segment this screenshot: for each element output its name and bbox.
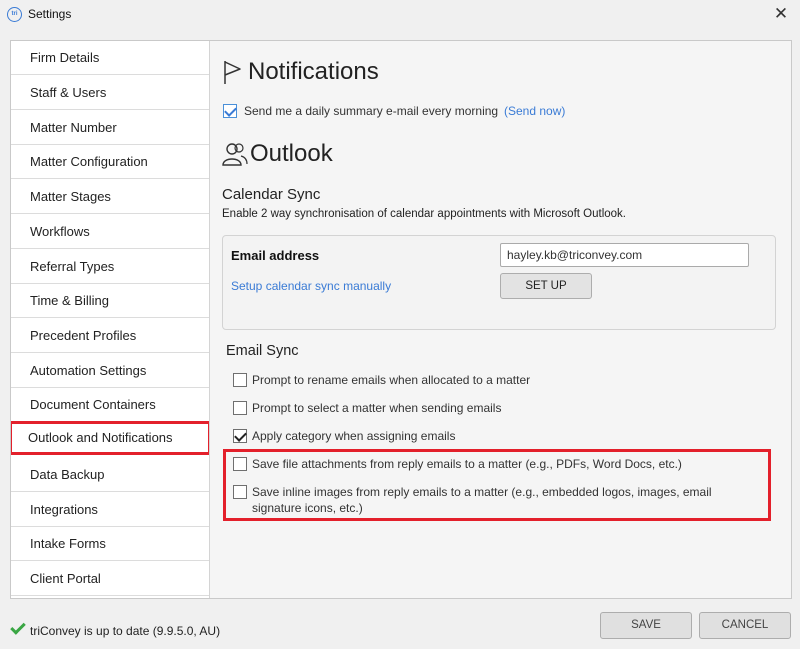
sidebar-item-outlook-notifications[interactable]: Outlook and Notifications [11, 421, 209, 455]
outlook-title: Outlook [250, 140, 333, 167]
sidebar-item-intake-forms[interactable]: Intake Forms [11, 527, 209, 561]
rename-emails-checkbox[interactable] [233, 373, 247, 387]
sidebar-item-precedent-profiles[interactable]: Precedent Profiles [11, 319, 209, 353]
users-icon [222, 143, 248, 166]
calendar-sync-title: Calendar Sync [222, 186, 321, 203]
sidebar-item-matter-configuration[interactable]: Matter Configuration [11, 145, 209, 179]
close-icon[interactable]: ✕ [770, 3, 792, 25]
setup-button[interactable]: SET UP [500, 273, 592, 299]
sidebar-item-integrations[interactable]: Integrations [11, 493, 209, 527]
sidebar-item-matter-stages[interactable]: Matter Stages [11, 180, 209, 214]
calendar-sync-box: Email address Setup calendar sync manual… [222, 235, 776, 330]
save-attachments-label: Save file attachments from reply emails … [252, 457, 682, 471]
save-inline-images-label: Save inline images from reply emails to … [252, 485, 712, 515]
sidebar-item-time-billing[interactable]: Time & Billing [11, 284, 209, 318]
calendar-sync-description: Enable 2 way synchronisation of calendar… [222, 208, 626, 220]
settings-content: Notifications Send me a daily summary e-… [210, 41, 791, 598]
setup-calendar-sync-link[interactable]: Setup calendar sync manually [231, 279, 391, 293]
apply-category-label: Apply category when assigning emails [252, 429, 456, 443]
save-button[interactable]: SAVE [600, 612, 692, 639]
checkmark-icon [10, 622, 24, 636]
sidebar-item-workflows[interactable]: Workflows [11, 215, 209, 249]
sidebar: Firm Details Staff & Users Matter Number… [11, 41, 210, 598]
sidebar-item-automation-settings[interactable]: Automation Settings [11, 354, 209, 388]
title-bar: tri Settings ✕ [0, 0, 800, 30]
update-status-text: triConvey is up to date (9.9.5.0, AU) [30, 624, 221, 638]
sidebar-item-staff-users[interactable]: Staff & Users [11, 76, 209, 110]
select-matter-checkbox[interactable] [233, 401, 247, 415]
sidebar-item-matter-number[interactable]: Matter Number [11, 111, 209, 145]
save-inline-images-checkbox[interactable] [233, 485, 247, 499]
sidebar-item-data-backup[interactable]: Data Backup [11, 458, 209, 492]
send-now-link[interactable]: (Send now) [504, 104, 565, 118]
app-logo-icon: tri [7, 7, 22, 22]
daily-summary-checkbox[interactable] [223, 104, 237, 118]
sidebar-item-client-portal[interactable]: Client Portal [11, 562, 209, 596]
email-sync-title: Email Sync [226, 343, 299, 359]
settings-frame: Firm Details Staff & Users Matter Number… [10, 40, 792, 599]
rename-emails-label: Prompt to rename emails when allocated t… [252, 373, 531, 387]
notifications-title: Notifications [248, 58, 379, 85]
select-matter-label: Prompt to select a matter when sending e… [252, 401, 502, 415]
email-address-input[interactable] [500, 243, 749, 267]
flag-icon [224, 61, 241, 84]
save-attachments-checkbox[interactable] [233, 457, 247, 471]
email-address-label: Email address [231, 248, 320, 263]
sidebar-item-document-containers[interactable]: Document Containers [11, 388, 209, 422]
cancel-button[interactable]: CANCEL [699, 612, 791, 639]
sidebar-item-referral-types[interactable]: Referral Types [11, 250, 209, 284]
sidebar-item-firm-details[interactable]: Firm Details [11, 41, 209, 75]
apply-category-checkbox[interactable] [233, 429, 247, 443]
window-title: Settings [28, 7, 72, 21]
daily-summary-label: Send me a daily summary e-mail every mor… [244, 104, 499, 118]
